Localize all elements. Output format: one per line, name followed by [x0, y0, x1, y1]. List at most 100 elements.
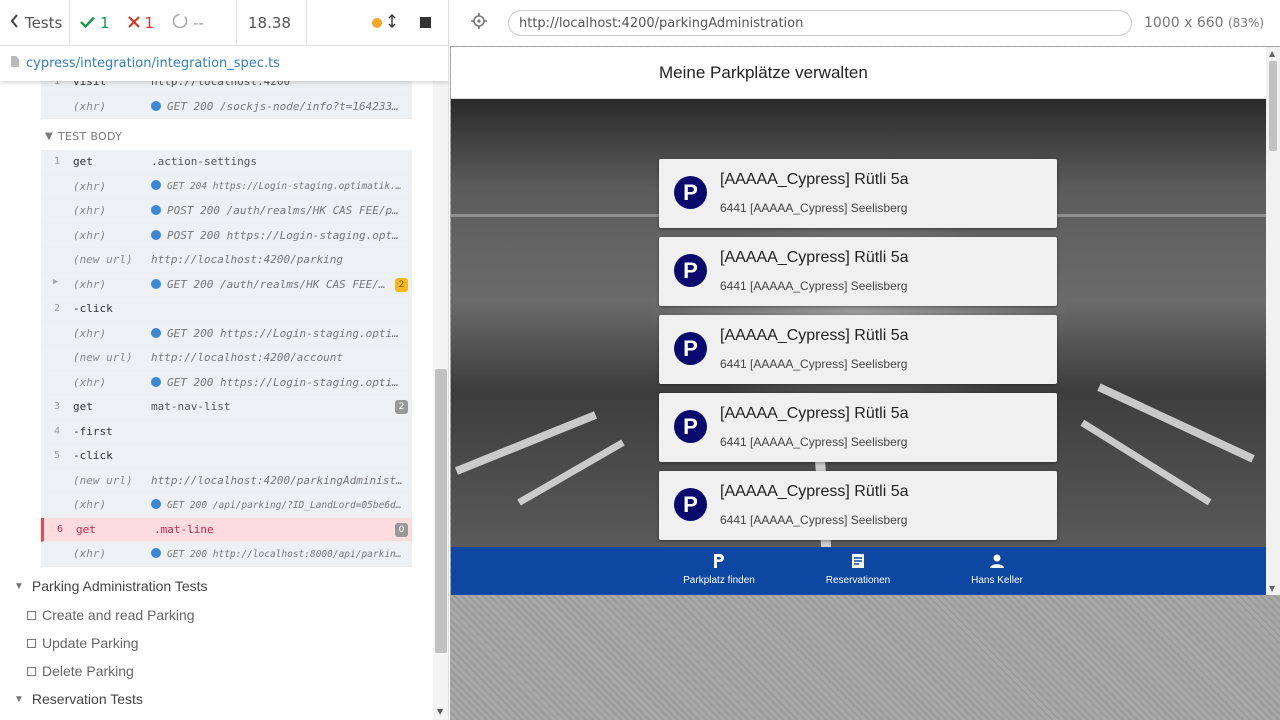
parking-card[interactable]: P [AAAAA_Cypress] Rütli 5a 6441 [AAAAA_Cyp… — [659, 315, 1057, 384]
duration: 18.38 — [237, 0, 307, 45]
command-message-text: mat-nav-list — [151, 400, 231, 414]
command-message-text: GET 200 /api/parking/?ID_LandLord=05be6d… — [167, 499, 408, 511]
viewport-size: 1000 x 660 — [1144, 15, 1224, 31]
nav-label: Parkplatz finden — [683, 575, 755, 586]
command-row[interactable]: (new url) http://localhost:4200/account — [41, 346, 412, 371]
xhr-status-icon — [151, 100, 161, 111]
command-row[interactable]: (xhr) GET 200 /sockjs-node/info?t=164233… — [41, 94, 412, 119]
scroll-down-icon[interactable]: ▼ — [437, 707, 443, 716]
command-row[interactable]: 4 -first — [41, 419, 412, 444]
xhr-status-icon — [151, 205, 161, 216]
auto-scroll-toggle[interactable] — [372, 13, 396, 32]
command-message: GET 200 https://Login-staging.opti… — [151, 376, 412, 389]
command-name: (xhr) — [73, 375, 107, 389]
failed-count: 1 — [144, 13, 155, 32]
nav-reservationen[interactable]: Reservationen — [803, 553, 913, 586]
selector-playground-button[interactable] — [450, 13, 508, 33]
command-message-text: GET 204 https://Login-staging.optimatik.… — [167, 181, 408, 193]
parking-card[interactable]: P [AAAAA_Cypress] Rütli 5a 6441 [AAAAA_Cyp… — [659, 471, 1057, 540]
app-scrollbar[interactable]: ▲ ▼ — [1266, 47, 1280, 595]
bottom-navigation: Parkplatz finden Reservationen Hans Kell… — [451, 547, 1266, 595]
scroll-up-icon[interactable]: ▲ — [1269, 49, 1275, 58]
person-icon — [942, 553, 1052, 571]
stop-button[interactable] — [420, 14, 431, 32]
command-message-text: POST 200 https://Login-staging.opt… — [167, 228, 399, 242]
suite-label: Parking Administration Tests — [31, 578, 208, 594]
parking-p-icon: P — [674, 488, 707, 521]
command-name: -first — [73, 424, 113, 438]
command-row[interactable]: 1 get .action-settings — [41, 150, 412, 175]
command-name: (xhr) — [73, 228, 107, 242]
command-row[interactable]: (xhr) GET 200 https://Login-staging.opti… — [41, 370, 412, 395]
command-name: (xhr) — [73, 204, 107, 218]
command-row[interactable]: 6 get .mat-line 0 — [41, 517, 412, 542]
nav-parkplatz-finden[interactable]: Parkplatz finden — [664, 553, 774, 586]
scrollbar-thumb[interactable] — [1269, 61, 1277, 151]
command-message: .action-settings — [151, 155, 412, 168]
command-row[interactable]: ▶ (xhr) GET 200 /auth/realms/HK CAS FEE/… 2 — [41, 272, 412, 297]
parking-card[interactable]: P [AAAAA_Cypress] Rütli 5a 6441 [AAAAA_Cyp… — [659, 159, 1057, 228]
count-badge: 0 — [395, 522, 408, 537]
command-message-text: GET 200 https://Login-staging.opti… — [167, 375, 399, 389]
command-name: get — [73, 400, 93, 414]
command-number: 3 — [53, 401, 61, 413]
command-row[interactable]: (xhr) GET 200 https://Login-staging.opti… — [41, 321, 412, 346]
command-row[interactable]: (xhr) POST 200 https://Login-staging.opt… — [41, 223, 412, 248]
command-message-text: POST 200 /auth/realms/HK CAS FEE/p… — [167, 204, 399, 218]
circle-pending-icon — [172, 13, 188, 33]
pending-stat: -- — [172, 13, 204, 33]
command-row[interactable]: (new url) http://localhost:4200/parkingAd… — [41, 468, 412, 493]
scrollbar-thumb[interactable] — [435, 369, 447, 653]
command-row[interactable]: (xhr) GET 204 https://Login-staging.optim… — [41, 174, 412, 199]
nav-hans-keller[interactable]: Hans Keller — [942, 553, 1052, 586]
command-message: POST 200 https://Login-staging.opt… — [151, 229, 412, 242]
test-label: Update Parking — [42, 635, 139, 651]
xhr-status-icon — [151, 180, 161, 191]
reporter-scrollbar[interactable]: ▼ — [433, 81, 448, 720]
caret-down-icon: ▼ — [14, 580, 24, 592]
app-under-test: Meine Parkplätze verwalten + P[AAAAA_Cyp… — [451, 47, 1280, 595]
caret-down-icon: ▼ — [14, 693, 24, 705]
test-label: Create and read Parking — [42, 607, 195, 623]
count-badge: 2 — [395, 400, 408, 414]
command-row[interactable]: (xhr) POST 200 /auth/realms/HK CAS FEE/p… — [41, 199, 412, 224]
parking-address: 6441 [AAAAA_Cypress] Seelisberg — [720, 279, 908, 293]
lane-marking — [517, 439, 625, 506]
command-message: GET 200 http://localhost:8000/api/parkin… — [151, 547, 412, 560]
command-message: http://localhost:4200/account — [151, 351, 412, 364]
parking-p-icon: P — [674, 254, 707, 287]
test-create-and-read-parking[interactable]: Create and read Parking — [27, 607, 195, 623]
command-message: http://localhost:4200/parking — [151, 253, 412, 266]
test-update-parking[interactable]: Update Parking — [27, 635, 139, 651]
tests-back-button[interactable]: Tests — [0, 0, 70, 45]
command-row[interactable]: 5 -click — [41, 444, 412, 469]
command-message: POST 200 /auth/realms/HK CAS FEE/p… — [151, 204, 412, 217]
aut-url-bar[interactable]: http://localhost:4200/parkingAdministrat… — [508, 10, 1132, 36]
command-row[interactable]: (xhr) GET 200 /api/parking/?ID_LandLord=0… — [41, 493, 412, 518]
checkbox-icon — [27, 610, 36, 620]
suite-parking-administration[interactable]: ▼ Parking Administration Tests — [14, 578, 208, 594]
test-body-header[interactable]: ▼ TEST BODY — [45, 130, 122, 143]
nav-label: Reservationen — [825, 575, 891, 586]
spec-file-link[interactable]: cypress/integration/integration_spec.ts — [26, 56, 280, 71]
xhr-status-icon — [151, 547, 161, 558]
command-row[interactable]: (xhr) GET 200 http://localhost:8000/api/p… — [41, 542, 412, 567]
command-row[interactable]: (new url) http://localhost:4200/parking — [41, 248, 412, 273]
passed-count: 1 — [100, 13, 110, 32]
parking-card[interactable]: P [AAAAA_Cypress] Rütli 5a 6441 [AAAAA_Cyp… — [659, 393, 1057, 462]
caret-right-icon: ▶ — [53, 276, 59, 287]
parking-card[interactable]: P [AAAAA_Cypress] Rütli 5a 6441 [AAAAA_Cyp… — [659, 237, 1057, 306]
command-row[interactable]: 2 -click — [41, 297, 412, 322]
count-badge: 2 — [395, 277, 408, 292]
command-row[interactable]: 3 get mat-nav-list 2 — [41, 395, 412, 420]
test-stats: 1 1 -- — [70, 0, 237, 45]
command-name: get — [76, 522, 96, 536]
parking-p-icon: P — [674, 176, 707, 209]
test-delete-parking[interactable]: Delete Parking — [27, 663, 134, 679]
command-name: (new url) — [73, 351, 133, 365]
command-number: 1 — [53, 156, 61, 168]
command-name: (xhr) — [73, 277, 107, 291]
suite-reservation[interactable]: ▼ Reservation Tests — [14, 691, 143, 707]
parking-p-icon: P — [674, 332, 707, 365]
scroll-down-icon[interactable]: ▼ — [1269, 584, 1275, 593]
